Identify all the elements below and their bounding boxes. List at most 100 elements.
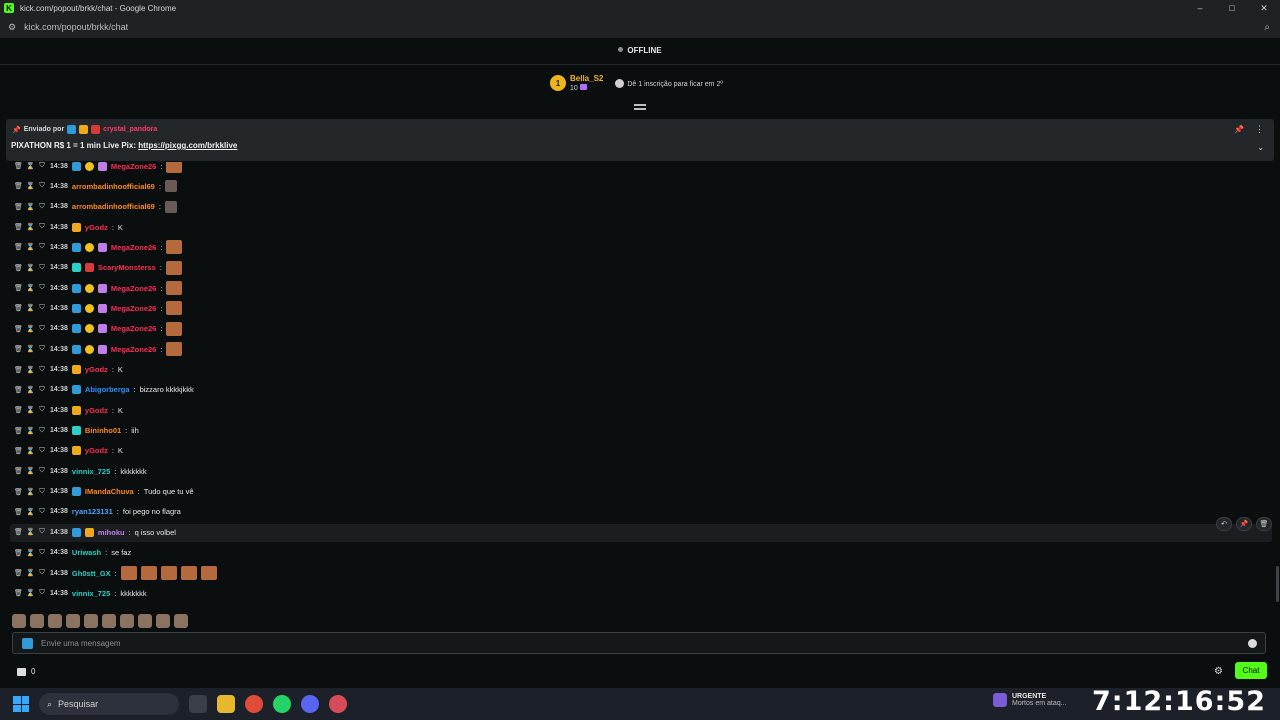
ban-icon[interactable]: ⛉ (38, 406, 46, 414)
message-username[interactable]: ryan123131 (72, 507, 113, 516)
message-username[interactable]: mihoku (98, 528, 125, 537)
ban-icon[interactable]: ⛉ (38, 447, 46, 455)
timeout-icon[interactable]: ⌛ (26, 467, 35, 475)
timeout-icon[interactable]: ⌛ (26, 528, 35, 536)
pin-icon[interactable]: 📌 (1234, 125, 1244, 134)
settings-gear-icon[interactable]: ⚙ (1214, 666, 1223, 677)
emoji-picker-icon[interactable] (1248, 638, 1257, 648)
timeout-icon[interactable]: ⌛ (26, 284, 35, 292)
timeout-icon[interactable]: ⌛ (26, 366, 35, 374)
chat-message[interactable]: 🗑 ⌛ ⛉ 14:38 IMandaChuva: Tudo que tu vê (14, 484, 194, 500)
ban-icon[interactable]: ⛉ (38, 162, 46, 170)
channel-points[interactable]: 0 (17, 667, 35, 676)
message-username[interactable]: vinnix_725 (72, 467, 110, 476)
collapse-toggle-icon[interactable] (634, 104, 646, 110)
timeout-icon[interactable]: ⌛ (26, 203, 35, 211)
delete-icon[interactable]: 🗑 (14, 488, 23, 496)
timeout-icon[interactable]: ⌛ (26, 162, 35, 170)
delete-icon[interactable]: 🗑 (14, 264, 23, 272)
chat-message[interactable]: 🗑 ⌛ ⛉ 14:38 ryan123131: foi pego no flagra (14, 504, 181, 520)
chat-message[interactable]: 🗑 ⌛ ⛉ 14:38 yGodz: K (14, 219, 123, 235)
delete-icon[interactable]: 🗑 (14, 569, 23, 577)
chat-message[interactable]: 🗑 ⌛ ⛉ 14:38 MegaZone26: (14, 280, 183, 296)
timeout-icon[interactable]: ⌛ (26, 427, 35, 435)
pinned-sender[interactable]: crystal_pandora (103, 126, 157, 133)
timeout-icon[interactable]: ⌛ (26, 406, 35, 414)
ban-icon[interactable]: ⛉ (38, 528, 46, 536)
timeout-icon[interactable]: ⌛ (26, 243, 35, 251)
quick-emote-icon[interactable] (138, 614, 152, 628)
delete-icon[interactable]: 🗑 (14, 386, 23, 394)
chat-message[interactable]: 🗑 ⌛ ⛉ 14:38 MegaZone26: (14, 300, 183, 316)
ban-icon[interactable]: ⛉ (38, 264, 46, 272)
timeout-icon[interactable]: ⌛ (26, 325, 35, 333)
maximize-button[interactable]: □ (1216, 3, 1248, 14)
message-username[interactable]: arrombadinhoofficial69 (72, 182, 155, 191)
delete-icon[interactable]: 🗑 (14, 162, 23, 170)
timeout-icon[interactable]: ⌛ (26, 223, 35, 231)
chat-message[interactable]: 🗑 ⌛ ⛉ 14:38 arrombadinhoofficial69: (14, 199, 177, 215)
message-username[interactable]: MegaZone26 (111, 162, 156, 171)
delete-icon[interactable]: 🗑 (14, 284, 23, 292)
chat-input-placeholder[interactable]: Envie uma mensagem (41, 639, 121, 648)
zoom-icon[interactable]: ⌕ (1264, 22, 1270, 33)
delete-icon[interactable]: 🗑 (14, 447, 23, 455)
discord-icon[interactable] (301, 695, 319, 713)
ban-icon[interactable]: ⛉ (38, 243, 46, 251)
timeout-icon[interactable]: ⌛ (26, 386, 35, 394)
message-username[interactable]: IMandaChuva (85, 487, 134, 496)
scrollbar[interactable] (1276, 566, 1279, 602)
ban-icon[interactable]: ⛉ (38, 467, 46, 475)
delete-icon[interactable]: 🗑 (14, 528, 23, 536)
chat-message[interactable]: 🗑 ⌛ ⛉ 14:38 MegaZone26: (14, 162, 183, 174)
chat-message[interactable]: 🗑 ⌛ ⛉ 14:38 mihoku: q isso volbel (14, 524, 176, 540)
message-username[interactable]: yGodz (85, 446, 108, 455)
quick-emote-icon[interactable] (156, 614, 170, 628)
message-username[interactable]: ScaryMonsterss (98, 263, 156, 272)
ban-icon[interactable]: ⛉ (38, 284, 46, 292)
quick-emote-icon[interactable] (12, 614, 26, 628)
message-username[interactable]: MegaZone26 (111, 284, 156, 293)
delete-icon[interactable]: 🗑 (14, 345, 23, 353)
delete-icon[interactable]: 🗑 (14, 223, 23, 231)
ban-icon[interactable]: ⛉ (38, 488, 46, 496)
delete-icon[interactable]: 🗑 (14, 427, 23, 435)
pin-message-icon[interactable]: 📌 (1236, 517, 1252, 531)
ban-icon[interactable]: ⛉ (38, 569, 46, 577)
chat-message[interactable]: 🗑 ⌛ ⛉ 14:38 yGodz: K (14, 362, 123, 378)
quick-emote-icon[interactable] (48, 614, 62, 628)
chat-message[interactable]: 🗑 ⌛ ⛉ 14:38 yGodz: K (14, 443, 123, 459)
message-username[interactable]: MegaZone26 (111, 324, 156, 333)
ban-icon[interactable]: ⛉ (38, 508, 46, 516)
timeout-icon[interactable]: ⌛ (26, 182, 35, 190)
sub-leaderboard[interactable]: 1 Bella_S2 10 Dê 1 inscrição para ficar … (550, 74, 723, 92)
ban-icon[interactable]: ⛉ (38, 304, 46, 312)
chat-message[interactable]: 🗑 ⌛ ⛉ 14:38 ScaryMonsterss: (14, 260, 182, 276)
ban-icon[interactable]: ⛉ (38, 589, 46, 597)
ban-icon[interactable]: ⛉ (38, 549, 46, 557)
whatsapp-icon[interactable] (273, 695, 291, 713)
site-info-icon[interactable]: ⚙ (8, 22, 16, 33)
delete-icon[interactable]: 🗑 (14, 243, 23, 251)
quick-emote-icon[interactable] (66, 614, 80, 628)
delete-icon[interactable]: 🗑 (14, 508, 23, 516)
message-username[interactable]: arrombadinhoofficial69 (72, 202, 155, 211)
delete-icon[interactable]: 🗑 (1256, 517, 1272, 531)
close-button[interactable]: ✕ (1248, 3, 1280, 14)
message-username[interactable]: MegaZone26 (111, 304, 156, 313)
minimize-button[interactable]: – (1184, 3, 1216, 14)
windows-start-icon[interactable] (13, 696, 29, 712)
quick-emote-icon[interactable] (120, 614, 134, 628)
more-options-icon[interactable]: ⋮ (1255, 124, 1264, 135)
timeout-icon[interactable]: ⌛ (26, 345, 35, 353)
delete-icon[interactable]: 🗑 (14, 549, 23, 557)
file-explorer-icon[interactable] (217, 695, 235, 713)
quick-emote-icon[interactable] (102, 614, 116, 628)
chat-message[interactable]: 🗑 ⌛ ⛉ 14:38 vinnix_725: kkkkkkk (14, 463, 147, 479)
chat-message[interactable]: 🗑 ⌛ ⛉ 14:38 Bininho01: iih (14, 423, 139, 439)
ban-icon[interactable]: ⛉ (38, 325, 46, 333)
ban-icon[interactable]: ⛉ (38, 345, 46, 353)
chat-message[interactable]: 🗑 ⌛ ⛉ 14:38 MegaZone26: (14, 341, 183, 357)
reply-icon[interactable]: ↶ (1216, 517, 1232, 531)
message-username[interactable]: Bininho01 (85, 426, 121, 435)
